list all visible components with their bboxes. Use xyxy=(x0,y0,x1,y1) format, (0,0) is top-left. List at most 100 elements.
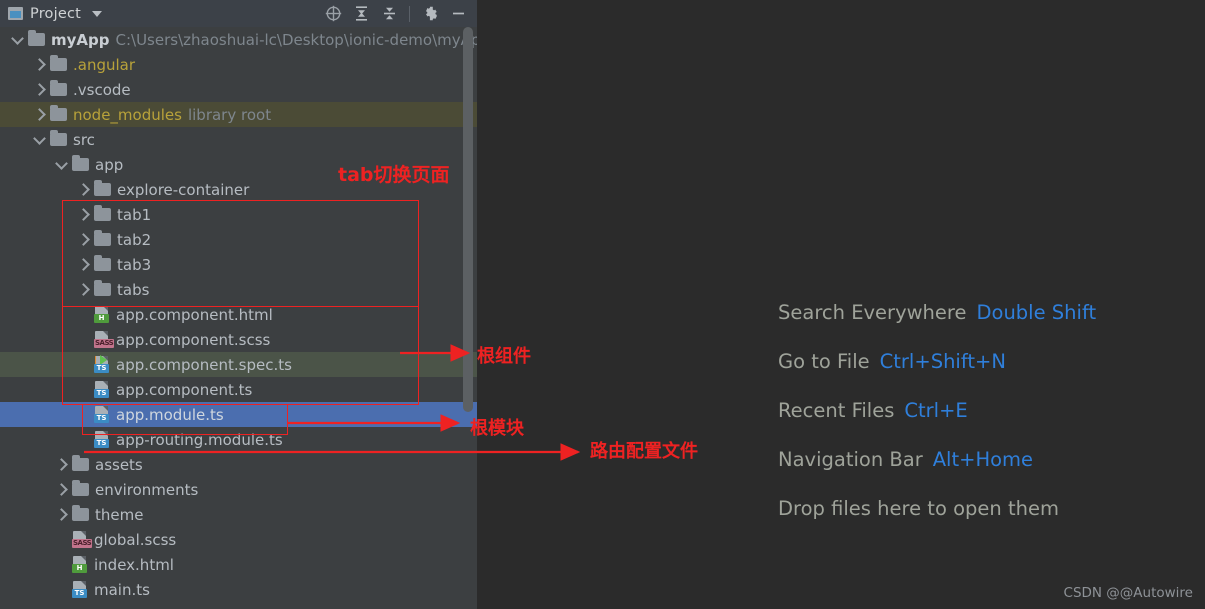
folder-icon xyxy=(94,205,111,221)
tree-item-label: tab3 xyxy=(117,255,152,274)
toolbar-separator xyxy=(409,5,410,22)
file-type-badge: SASS xyxy=(72,539,93,548)
shortcut-key: Ctrl+Shift+N xyxy=(879,350,1006,373)
settings-gear-icon[interactable] xyxy=(417,0,443,27)
shortcut-action-name: Drop files here to open them xyxy=(778,497,1059,520)
tree-twisty[interactable] xyxy=(50,508,72,521)
file-icon-sass: SASS xyxy=(72,531,93,548)
shortcut-action-name: Navigation Bar xyxy=(778,448,923,471)
chevron-right-icon[interactable] xyxy=(54,483,68,496)
tree-twisty[interactable] xyxy=(28,131,50,146)
file-icon-ts: TS xyxy=(94,355,110,373)
tree-row[interactable]: TS main.ts xyxy=(0,577,477,602)
ide-window: Project myApp C:\Users\zhaoshuai-lc\Desk… xyxy=(0,0,1205,609)
folder-icon xyxy=(50,105,67,121)
tree-twisty[interactable] xyxy=(72,208,94,221)
tree-row[interactable]: Happ.component.html xyxy=(0,302,477,327)
scrollbar-thumb[interactable] xyxy=(463,27,473,412)
tree-twisty[interactable] xyxy=(28,108,50,121)
tree-row[interactable]: src xyxy=(0,127,477,152)
tree-twisty[interactable] xyxy=(72,283,94,296)
shortcut-hint-row: Go to File Ctrl+Shift+N xyxy=(778,337,1096,386)
folder-icon xyxy=(72,455,89,471)
shortcut-hint-row: Drop files here to open them xyxy=(778,484,1096,533)
tree-row[interactable]: SASS app.component.scss xyxy=(0,327,477,352)
folder-icon xyxy=(28,30,45,46)
tree-row[interactable]: TS app.component.spec.ts xyxy=(0,352,477,377)
tree-twisty[interactable] xyxy=(50,483,72,496)
folder-icon xyxy=(94,280,111,296)
tree-twisty[interactable] xyxy=(72,258,94,271)
tree-row[interactable]: Hindex.html xyxy=(0,552,477,577)
editor-empty-pane: Search Everywhere Double Shift Go to File C… xyxy=(477,0,1205,609)
tree-row[interactable]: environments xyxy=(0,477,477,502)
tree-row[interactable]: myApp C:\Users\zhaoshuai-lc\Desktop\ionic… xyxy=(0,27,477,52)
chevron-right-icon[interactable] xyxy=(76,208,90,221)
tree-item-label: src xyxy=(73,130,95,149)
tree-row[interactable]: .angular xyxy=(0,52,477,77)
tree-item-suffix: library root xyxy=(187,105,272,124)
shortcut-hint-row: Search Everywhere Double Shift xyxy=(778,288,1096,337)
folder-icon xyxy=(94,255,111,271)
tree-row[interactable]: assets xyxy=(0,452,477,477)
select-opened-file-icon[interactable] xyxy=(320,0,346,27)
file-icon-ts: TS xyxy=(94,406,110,423)
chevron-down-icon[interactable] xyxy=(54,156,68,170)
shortcut-action-name: Go to File xyxy=(778,350,870,373)
file-type-badge: TS xyxy=(94,439,109,448)
tree-row[interactable]: tab3 xyxy=(0,252,477,277)
tree-row[interactable]: TS app.component.ts xyxy=(0,377,477,402)
chevron-down-icon[interactable] xyxy=(92,10,103,17)
tree-row[interactable]: tab2 xyxy=(0,227,477,252)
tree-twisty[interactable] xyxy=(50,156,72,171)
chevron-right-icon[interactable] xyxy=(32,58,46,71)
tree-row[interactable]: app xyxy=(0,152,477,177)
tree-row[interactable]: TS app-routing.module.ts xyxy=(0,427,477,452)
folder-icon xyxy=(50,130,67,146)
tree-row[interactable]: .vscode xyxy=(0,77,477,102)
project-title-group[interactable]: Project xyxy=(0,5,103,22)
folder-icon xyxy=(50,55,67,71)
tree-row[interactable]: SASS global.scss xyxy=(0,527,477,552)
project-toolbar: Project xyxy=(0,0,477,27)
tree-item-label: index.html xyxy=(94,555,174,574)
tree-item-label: app-routing.module.ts xyxy=(116,430,283,449)
tree-twisty[interactable] xyxy=(72,233,94,246)
expand-all-icon[interactable] xyxy=(348,0,374,27)
file-type-badge: TS xyxy=(94,389,109,398)
project-tree[interactable]: myApp C:\Users\zhaoshuai-lc\Desktop\ionic… xyxy=(0,27,477,609)
chevron-right-icon[interactable] xyxy=(32,83,46,96)
tree-row[interactable]: tab1 xyxy=(0,202,477,227)
chevron-right-icon[interactable] xyxy=(76,233,90,246)
project-title: Project xyxy=(30,5,82,22)
tree-twisty[interactable] xyxy=(28,83,50,96)
file-icon-ts: TS xyxy=(94,431,110,448)
tree-row[interactable]: explore-container xyxy=(0,177,477,202)
toolbar-actions xyxy=(320,0,471,27)
shortcut-action-name: Recent Files xyxy=(778,399,895,422)
tree-item-label: main.ts xyxy=(94,580,150,599)
chevron-right-icon[interactable] xyxy=(54,508,68,521)
collapse-all-icon[interactable] xyxy=(376,0,402,27)
chevron-right-icon[interactable] xyxy=(76,283,90,296)
folder-icon xyxy=(72,155,89,171)
tree-row[interactable]: TS app.module.ts xyxy=(0,402,477,427)
tree-twisty[interactable] xyxy=(50,458,72,471)
chevron-down-icon[interactable] xyxy=(10,31,24,45)
chevron-right-icon[interactable] xyxy=(32,108,46,121)
tree-item-label: theme xyxy=(95,505,144,524)
tree-row[interactable]: tabs xyxy=(0,277,477,302)
tree-twisty[interactable] xyxy=(6,31,28,46)
hide-icon[interactable] xyxy=(445,0,471,27)
tree-twisty[interactable] xyxy=(72,183,94,196)
tree-row[interactable]: node_modules library root xyxy=(0,102,477,127)
project-tree-scrollbar[interactable] xyxy=(463,27,473,609)
file-icon-h: H xyxy=(72,556,88,573)
chevron-right-icon[interactable] xyxy=(76,258,90,271)
tree-row[interactable]: theme xyxy=(0,502,477,527)
chevron-right-icon[interactable] xyxy=(76,183,90,196)
chevron-right-icon[interactable] xyxy=(54,458,68,471)
tree-twisty[interactable] xyxy=(28,58,50,71)
shortcut-key: Ctrl+E xyxy=(904,399,968,422)
chevron-down-icon[interactable] xyxy=(32,131,46,145)
